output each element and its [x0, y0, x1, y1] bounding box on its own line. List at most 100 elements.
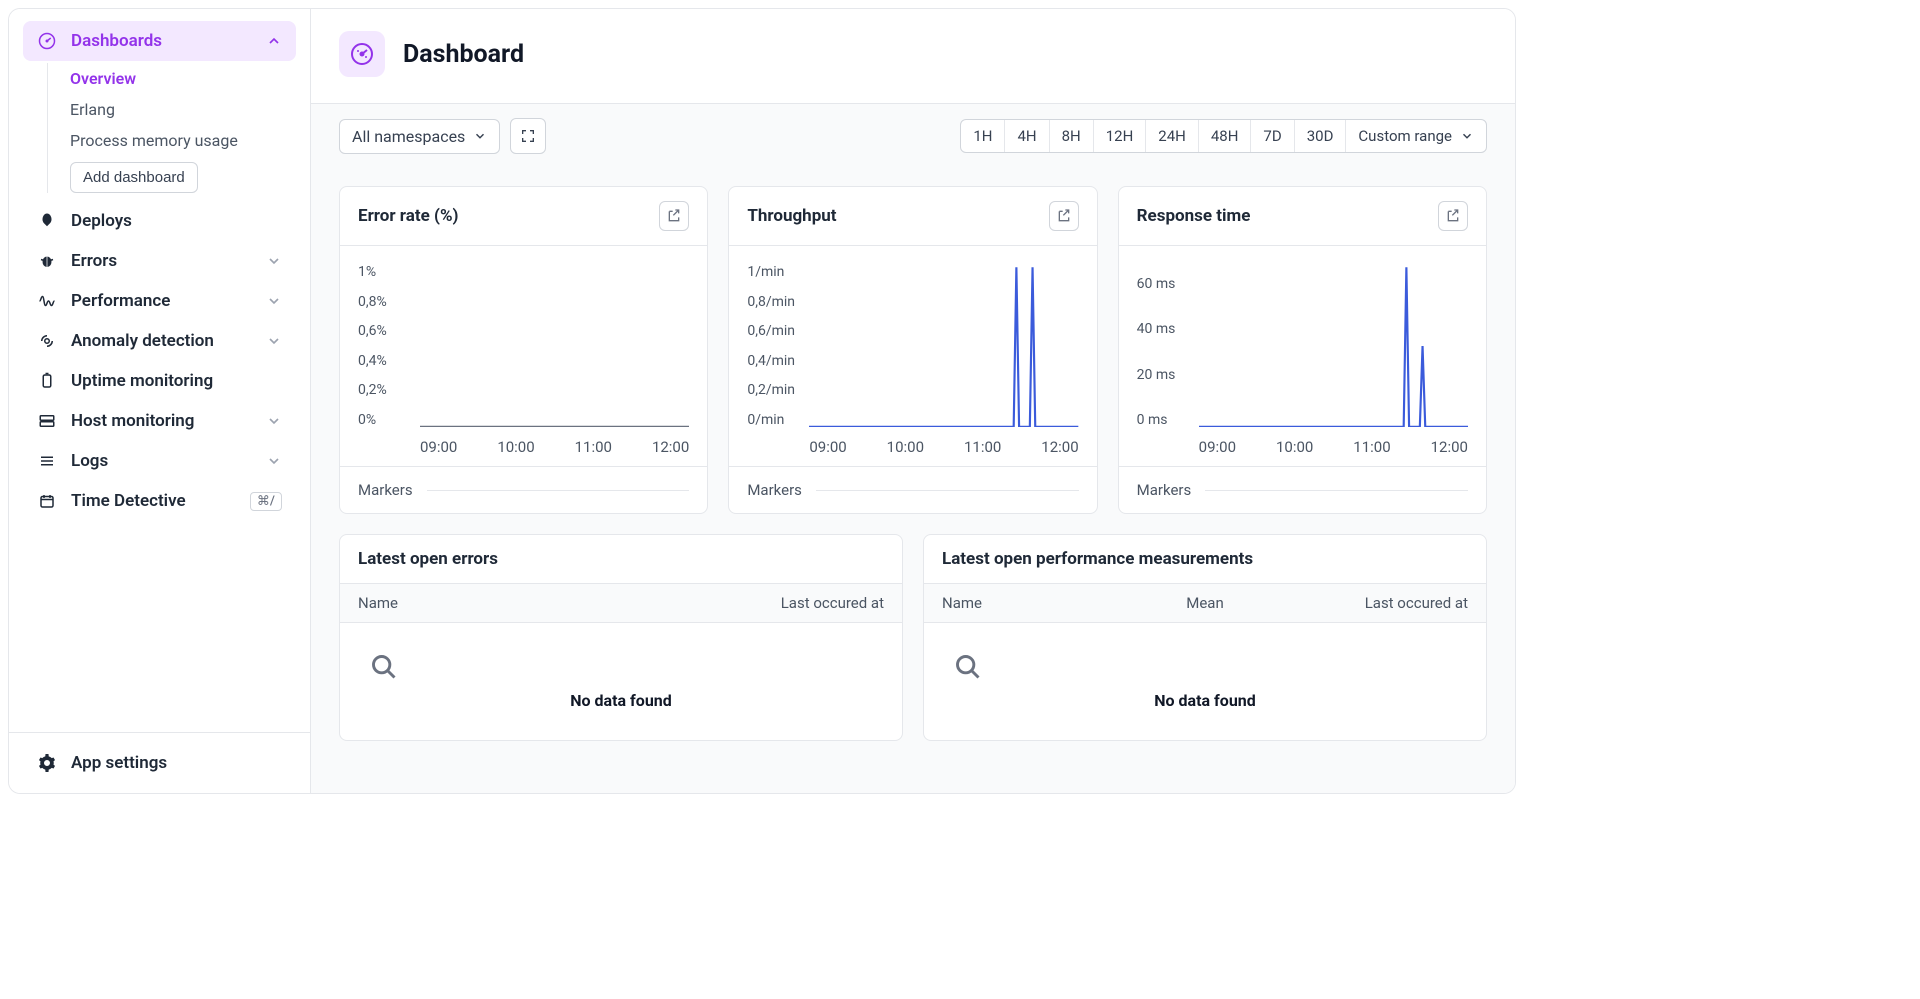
- nav-time-detective[interactable]: Time Detective ⌘/: [23, 481, 296, 521]
- gear-icon: [37, 753, 57, 773]
- col-last-occurred: Last occured at: [621, 594, 884, 612]
- y-axis: 60 ms 40 ms 20 ms 0 ms: [1137, 276, 1176, 428]
- list-icon: [37, 451, 57, 471]
- empty-state: No data found: [340, 623, 902, 740]
- bug-icon: [37, 251, 57, 271]
- range-12h[interactable]: 12H: [1094, 120, 1147, 152]
- range-custom-label: Custom range: [1358, 127, 1452, 145]
- range-custom[interactable]: Custom range: [1346, 120, 1486, 152]
- y-axis: 1% 0,8% 0,6% 0,4% 0,2% 0%: [358, 264, 387, 428]
- clock-icon: [37, 491, 57, 511]
- sidebar: Dashboards Overview Erlang Process memor…: [9, 9, 311, 793]
- divider: [1205, 490, 1468, 491]
- nav-host[interactable]: Host monitoring: [23, 401, 296, 441]
- nav-host-label: Host monitoring: [71, 411, 194, 431]
- search-icon: [954, 653, 1456, 681]
- chart-throughput: 1/min 0,8/min 0,6/min 0,4/min 0,2/min 0/…: [729, 246, 1096, 466]
- export-icon: [1056, 208, 1072, 224]
- card-title: Throughput: [747, 206, 836, 226]
- nav-time-detective-label: Time Detective: [71, 491, 186, 511]
- chevron-down-icon: [266, 293, 282, 309]
- nav-app-settings[interactable]: App settings: [23, 747, 296, 779]
- empty-text: No data found: [954, 691, 1456, 710]
- chevron-up-icon: [266, 33, 282, 49]
- expand-icon: [520, 128, 536, 144]
- range-7d[interactable]: 7D: [1251, 120, 1294, 152]
- card-open-errors: Latest open errors Name Last occured at …: [339, 534, 903, 741]
- export-button[interactable]: [659, 201, 689, 231]
- y-axis: 1/min 0,8/min 0,6/min 0,4/min 0,2/min 0/…: [747, 264, 795, 428]
- nav-uptime-label: Uptime monitoring: [71, 371, 213, 391]
- chart-error-rate: 1% 0,8% 0,6% 0,4% 0,2% 0% 09:00 10:: [340, 246, 707, 466]
- dashboards-subnav: Overview Erlang Process memory usage Add…: [47, 63, 296, 193]
- x-axis: 09:00 10:00 11:00 12:00: [809, 438, 1078, 456]
- card-title: Error rate (%): [358, 206, 459, 226]
- time-range-group: 1H 4H 8H 12H 24H 48H 7D 30D Custom range: [960, 119, 1487, 153]
- nav-dashboards-label: Dashboards: [71, 31, 162, 51]
- nav-logs-label: Logs: [71, 451, 108, 471]
- range-8h[interactable]: 8H: [1050, 120, 1094, 152]
- markers-label: Markers: [358, 481, 413, 499]
- rocket-icon: [37, 211, 57, 231]
- nav-errors-label: Errors: [71, 251, 117, 271]
- plot-area: [1199, 264, 1468, 428]
- plot-area: [420, 264, 689, 428]
- table-header: Name Last occured at: [340, 583, 902, 623]
- radar-icon: [37, 331, 57, 351]
- page-title: Dashboard: [403, 40, 524, 69]
- page-header: Dashboard: [311, 9, 1515, 103]
- col-mean: Mean: [1117, 594, 1292, 612]
- nav-performance-label: Performance: [71, 291, 170, 311]
- nav-settings-label: App settings: [71, 753, 167, 773]
- nav-dashboards[interactable]: Dashboards: [23, 21, 296, 61]
- markers-label: Markers: [1137, 481, 1192, 499]
- card-title: Response time: [1137, 206, 1251, 226]
- card-throughput: Throughput 1/min 0,8/min 0,6/min 0,4/min…: [728, 186, 1097, 514]
- range-4h[interactable]: 4H: [1005, 120, 1049, 152]
- card-footer: Markers: [1119, 466, 1486, 513]
- nav-anomaly-label: Anomaly detection: [71, 331, 214, 351]
- nav-logs[interactable]: Logs: [23, 441, 296, 481]
- nav-errors[interactable]: Errors: [23, 241, 296, 281]
- card-title: Latest open errors: [358, 549, 498, 569]
- chevron-down-icon: [266, 253, 282, 269]
- subnav-overview[interactable]: Overview: [70, 63, 296, 94]
- divider: [816, 490, 1079, 491]
- namespace-value: All namespaces: [352, 127, 465, 146]
- add-dashboard-button[interactable]: Add dashboard: [70, 162, 198, 193]
- search-icon: [370, 653, 872, 681]
- subnav-process-memory[interactable]: Process memory usage: [70, 125, 296, 156]
- export-button[interactable]: [1049, 201, 1079, 231]
- x-axis: 09:00 10:00 11:00 12:00: [420, 438, 689, 456]
- namespace-select[interactable]: All namespaces: [339, 119, 500, 154]
- battery-icon: [37, 371, 57, 391]
- col-name: Name: [358, 594, 621, 612]
- range-30d[interactable]: 30D: [1295, 120, 1347, 152]
- col-name: Name: [942, 594, 1117, 612]
- dashboard-icon: [339, 31, 385, 77]
- nav-deploys[interactable]: Deploys: [23, 201, 296, 241]
- fullscreen-button[interactable]: [510, 118, 546, 154]
- export-button[interactable]: [1438, 201, 1468, 231]
- plot-area: [809, 264, 1078, 428]
- x-axis: 09:00 10:00 11:00 12:00: [1199, 438, 1468, 456]
- divider: [427, 490, 690, 491]
- card-footer: Markers: [340, 466, 707, 513]
- card-response-time: Response time 60 ms 40 ms 20 ms 0 ms: [1118, 186, 1487, 514]
- chevron-down-icon: [1460, 129, 1474, 143]
- nav-anomaly[interactable]: Anomaly detection: [23, 321, 296, 361]
- chevron-down-icon: [266, 413, 282, 429]
- range-48h[interactable]: 48H: [1199, 120, 1252, 152]
- card-open-perf: Latest open performance measurements Nam…: [923, 534, 1487, 741]
- range-1h[interactable]: 1H: [961, 120, 1005, 152]
- subnav-erlang[interactable]: Erlang: [70, 94, 296, 125]
- gauge-icon: [37, 31, 57, 51]
- nav-uptime[interactable]: Uptime monitoring: [23, 361, 296, 401]
- export-icon: [1445, 208, 1461, 224]
- markers-label: Markers: [747, 481, 802, 499]
- card-footer: Markers: [729, 466, 1096, 513]
- range-24h[interactable]: 24H: [1146, 120, 1199, 152]
- table-header: Name Mean Last occured at: [924, 583, 1486, 623]
- content: Error rate (%) 1% 0,8% 0,6% 0,4% 0,2% 0%: [311, 168, 1515, 793]
- nav-performance[interactable]: Performance: [23, 281, 296, 321]
